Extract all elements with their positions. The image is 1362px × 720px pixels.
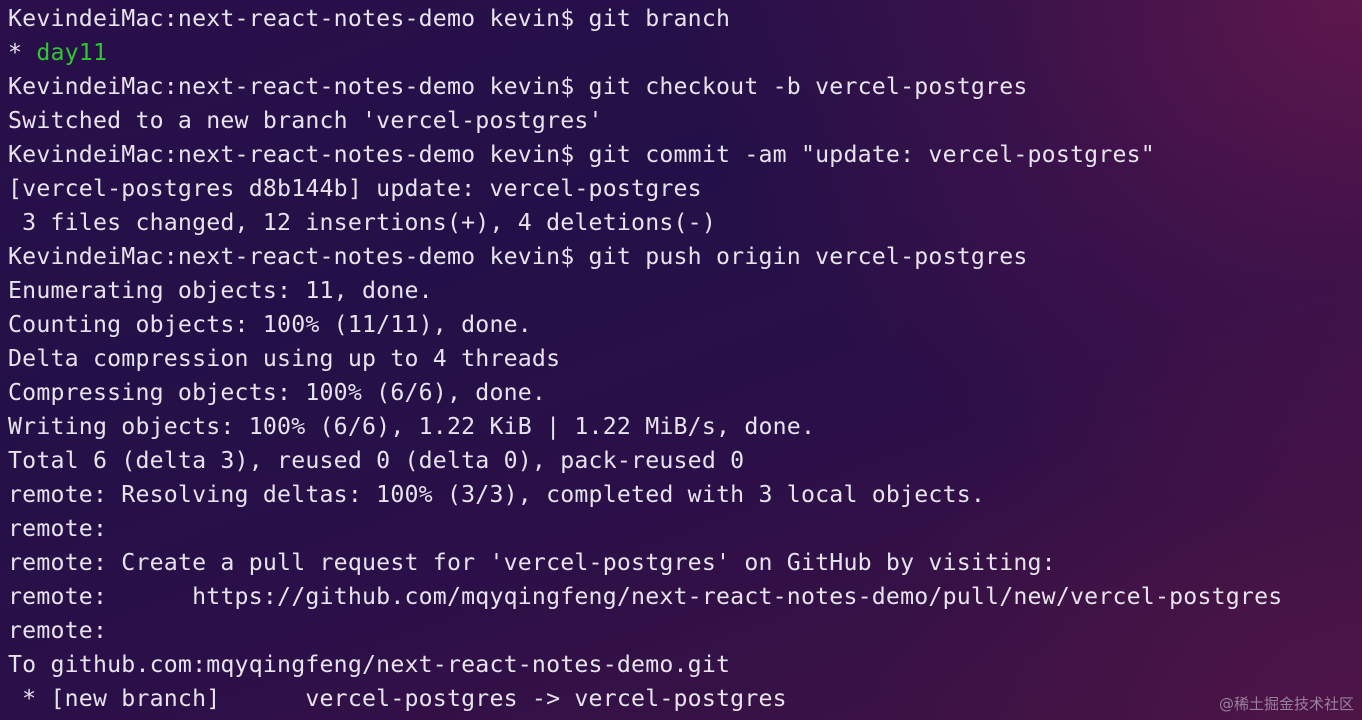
current-branch-name: day11 bbox=[36, 39, 108, 66]
terminal-line: KevindeiMac:next-react-notes-demo kevin$… bbox=[8, 141, 1155, 168]
terminal-line: Compressing objects: 100% (6/6), done. bbox=[8, 379, 547, 406]
terminal-line: Switched to a new branch 'vercel-postgre… bbox=[8, 107, 603, 134]
terminal-line: remote: Create a pull request for 'verce… bbox=[8, 549, 1056, 576]
terminal-line: remote: bbox=[8, 515, 108, 542]
terminal-line: Delta compression using up to 4 threads bbox=[8, 345, 561, 372]
terminal-line: KevindeiMac:next-react-notes-demo kevin$… bbox=[8, 5, 731, 32]
terminal-line: * [new branch] vercel-postgres -> vercel… bbox=[8, 685, 787, 712]
terminal-line: [vercel-postgres d8b144b] update: vercel… bbox=[8, 175, 702, 202]
terminal-line: Counting objects: 100% (11/11), done. bbox=[8, 311, 532, 338]
terminal-line: remote: Resolving deltas: 100% (3/3), co… bbox=[8, 481, 986, 508]
terminal-line: 3 files changed, 12 insertions(+), 4 del… bbox=[8, 209, 717, 236]
terminal-line: Enumerating objects: 11, done. bbox=[8, 277, 433, 304]
watermark: @稀土掘金技术社区 bbox=[1218, 695, 1354, 713]
terminal-line: To github.com:mqyqingfeng/next-react-not… bbox=[8, 651, 731, 678]
terminal-line: remote: bbox=[8, 617, 108, 644]
terminal-line: KevindeiMac:next-react-notes-demo kevin$… bbox=[8, 73, 1028, 100]
terminal-line: KevindeiMac:next-react-notes-demo kevin$… bbox=[8, 243, 1028, 270]
terminal-line-current-branch: * day11 bbox=[8, 36, 107, 70]
terminal-line-pull-request-url[interactable]: remote: https://github.com/mqyqingfeng/n… bbox=[8, 580, 1282, 614]
terminal-line: Writing objects: 100% (6/6), 1.22 KiB | … bbox=[8, 413, 816, 440]
terminal-window[interactable]: KevindeiMac:next-react-notes-demo kevin$… bbox=[0, 0, 1362, 720]
terminal-line: Total 6 (delta 3), reused 0 (delta 0), p… bbox=[8, 447, 745, 474]
branch-marker: * bbox=[8, 39, 37, 66]
